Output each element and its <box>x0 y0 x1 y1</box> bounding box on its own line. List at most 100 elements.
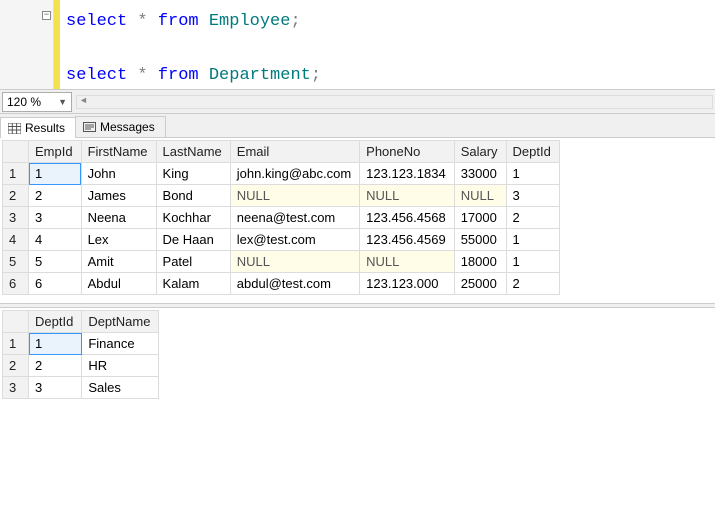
table-row[interactable]: 11JohnKingjohn.king@abc.com123.123.18343… <box>3 163 560 185</box>
row-number[interactable]: 2 <box>3 185 29 207</box>
cell[interactable]: 1 <box>506 163 559 185</box>
column-header[interactable]: PhoneNo <box>360 141 455 163</box>
result-tabs: Results Messages <box>0 114 715 138</box>
cell[interactable]: NULL <box>454 185 506 207</box>
table-row[interactable]: 22JamesBondNULLNULLNULL3 <box>3 185 560 207</box>
column-header[interactable]: EmpId <box>29 141 82 163</box>
cell[interactable]: Bond <box>156 185 230 207</box>
identifier: Employee <box>209 12 291 31</box>
cell[interactable]: 2 <box>506 207 559 229</box>
zoom-value: 120 % <box>7 95 41 109</box>
chevron-down-icon: ▼ <box>58 97 67 107</box>
row-number[interactable]: 4 <box>3 229 29 251</box>
grid-icon <box>7 122 21 134</box>
cell[interactable]: 25000 <box>454 273 506 295</box>
horizontal-scrollbar[interactable] <box>76 95 713 109</box>
row-number[interactable]: 3 <box>3 377 29 399</box>
cell[interactable]: Sales <box>82 377 159 399</box>
cell[interactable]: 123.123.000 <box>360 273 455 295</box>
cell[interactable]: 1 <box>506 251 559 273</box>
cell[interactable]: Abdul <box>81 273 156 295</box>
table-row[interactable]: 22HR <box>3 355 159 377</box>
cell[interactable]: Lex <box>81 229 156 251</box>
cell[interactable]: 123.456.4569 <box>360 229 455 251</box>
cell[interactable]: 5 <box>29 251 82 273</box>
cell[interactable]: 3 <box>29 207 82 229</box>
table-row[interactable]: 66AbdulKalamabdul@test.com123.123.000250… <box>3 273 560 295</box>
cell[interactable]: 2 <box>29 185 82 207</box>
table-row[interactable]: 33Sales <box>3 377 159 399</box>
table-row[interactable]: 55AmitPatelNULLNULL180001 <box>3 251 560 273</box>
table-row[interactable]: 11Finance <box>3 333 159 355</box>
cell[interactable]: Patel <box>156 251 230 273</box>
cell[interactable]: NULL <box>230 251 359 273</box>
column-header[interactable]: DeptId <box>506 141 559 163</box>
cell[interactable]: 2 <box>29 355 82 377</box>
code-content[interactable]: select * from Employee; select * from De… <box>60 0 327 89</box>
cell[interactable]: 1 <box>29 333 82 355</box>
table-row[interactable]: 44LexDe Haanlex@test.com123.456.45695500… <box>3 229 560 251</box>
cell[interactable]: 123.123.1834 <box>360 163 455 185</box>
cell[interactable]: James <box>81 185 156 207</box>
cell[interactable]: Kochhar <box>156 207 230 229</box>
results-pane[interactable]: EmpIdFirstNameLastNameEmailPhoneNoSalary… <box>0 138 715 520</box>
cell[interactable]: Amit <box>81 251 156 273</box>
cell[interactable]: 3 <box>506 185 559 207</box>
cell[interactable]: NULL <box>360 251 455 273</box>
cell[interactable]: Kalam <box>156 273 230 295</box>
cell[interactable]: 4 <box>29 229 82 251</box>
grid-corner[interactable] <box>3 141 29 163</box>
row-number[interactable]: 6 <box>3 273 29 295</box>
zoom-dropdown[interactable]: 120 % ▼ <box>2 92 72 112</box>
column-header[interactable]: LastName <box>156 141 230 163</box>
cell[interactable]: De Haan <box>156 229 230 251</box>
cell[interactable]: lex@test.com <box>230 229 359 251</box>
row-number[interactable]: 1 <box>3 333 29 355</box>
grid-corner[interactable] <box>3 311 29 333</box>
cell[interactable]: 18000 <box>454 251 506 273</box>
cell[interactable]: abdul@test.com <box>230 273 359 295</box>
column-header[interactable]: DeptId <box>29 311 82 333</box>
keyword: from <box>158 12 199 31</box>
cell[interactable]: 1 <box>506 229 559 251</box>
tab-messages[interactable]: Messages <box>75 116 166 137</box>
star: * <box>137 12 147 31</box>
cell[interactable]: 6 <box>29 273 82 295</box>
cell[interactable]: NULL <box>360 185 455 207</box>
cell[interactable]: HR <box>82 355 159 377</box>
cell[interactable]: King <box>156 163 230 185</box>
cell[interactable]: neena@test.com <box>230 207 359 229</box>
identifier: Department <box>209 66 311 85</box>
cell[interactable]: 3 <box>29 377 82 399</box>
cell[interactable]: 17000 <box>454 207 506 229</box>
fold-minus-icon[interactable]: − <box>42 11 51 20</box>
cell[interactable]: Neena <box>81 207 156 229</box>
result-grid-1[interactable]: EmpIdFirstNameLastNameEmailPhoneNoSalary… <box>0 140 715 295</box>
cell[interactable]: 55000 <box>454 229 506 251</box>
cell[interactable]: 33000 <box>454 163 506 185</box>
column-header[interactable]: Salary <box>454 141 506 163</box>
keyword: select <box>66 12 127 31</box>
editor-gutter: − <box>0 0 54 89</box>
cell[interactable]: 123.456.4568 <box>360 207 455 229</box>
row-number[interactable]: 1 <box>3 163 29 185</box>
cell[interactable]: Finance <box>82 333 159 355</box>
row-number[interactable]: 3 <box>3 207 29 229</box>
sql-editor[interactable]: − select * from Employee; select * from … <box>0 0 715 90</box>
zoom-toolbar: 120 % ▼ <box>0 90 715 114</box>
row-number[interactable]: 5 <box>3 251 29 273</box>
cell[interactable]: 1 <box>29 163 82 185</box>
column-header[interactable]: Email <box>230 141 359 163</box>
keyword: from <box>158 66 199 85</box>
cell[interactable]: john.king@abc.com <box>230 163 359 185</box>
grid-splitter[interactable] <box>0 303 715 308</box>
cell[interactable]: 2 <box>506 273 559 295</box>
result-grid-2[interactable]: DeptIdDeptName11Finance22HR33Sales <box>0 310 715 399</box>
cell[interactable]: John <box>81 163 156 185</box>
cell[interactable]: NULL <box>230 185 359 207</box>
table-row[interactable]: 33NeenaKochharneena@test.com123.456.4568… <box>3 207 560 229</box>
tab-results[interactable]: Results <box>0 117 76 138</box>
row-number[interactable]: 2 <box>3 355 29 377</box>
column-header[interactable]: DeptName <box>82 311 159 333</box>
column-header[interactable]: FirstName <box>81 141 156 163</box>
